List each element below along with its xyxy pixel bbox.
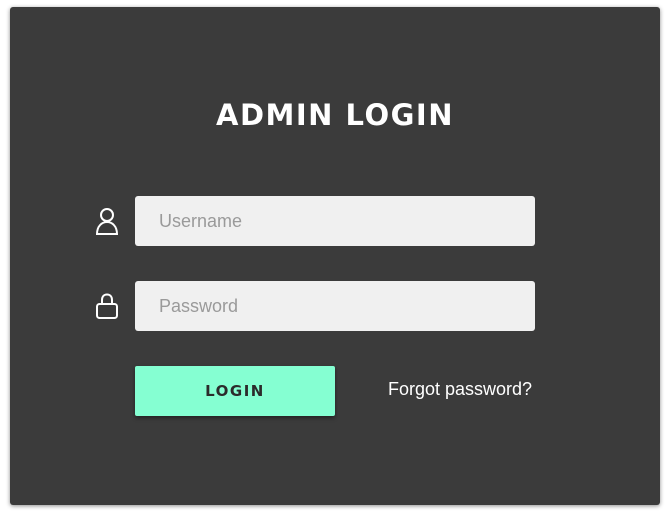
- login-card: Admin Login Login Forgot password?: [10, 7, 660, 505]
- user-icon: [94, 206, 120, 236]
- page-title: Admin Login: [216, 98, 454, 132]
- forgot-password-link[interactable]: Forgot password?: [388, 376, 538, 402]
- username-input[interactable]: [135, 196, 535, 246]
- password-input[interactable]: [135, 281, 535, 331]
- login-button[interactable]: Login: [135, 366, 335, 416]
- lock-icon: [94, 291, 120, 321]
